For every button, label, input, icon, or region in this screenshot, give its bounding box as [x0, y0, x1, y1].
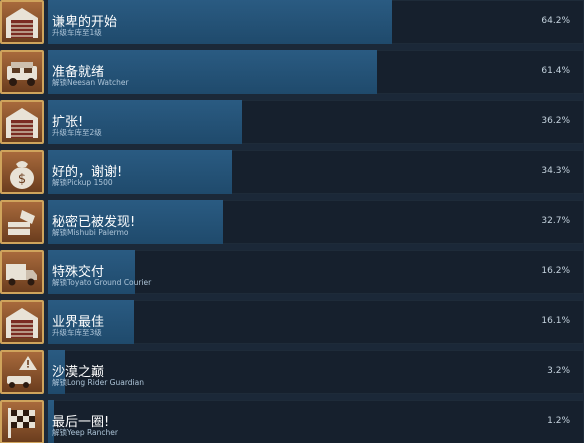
achievement-row: $ 好的，谢谢! 解锁Pickup 1500 34.3%: [0, 150, 584, 198]
hand-box-icon: [0, 200, 44, 244]
achievement-description: 解锁Mishubi Palermo: [52, 228, 129, 237]
garage-icon: [0, 0, 44, 44]
unlock-percentage: 16.2%: [541, 266, 570, 276]
garage-icon: [0, 300, 44, 344]
garage-icon: [0, 100, 44, 144]
achievement-description: 解锁Yeep Rancher: [52, 428, 118, 437]
unlock-percentage: 61.4%: [541, 66, 570, 76]
achievement-description: 解锁Toyato Ground Courier: [52, 278, 152, 287]
achievement-row: 谦卑的开始 升级车库至1级 64.2%: [0, 0, 584, 48]
svg-text:$: $: [18, 172, 26, 187]
achievement-panel: 准备就绪 解锁Neesan Watcher 61.4%: [48, 50, 584, 94]
achievement-description: 解锁Neesan Watcher: [52, 78, 129, 87]
checkered-flag-icon: [0, 400, 44, 443]
unlock-percentage: 36.2%: [541, 116, 570, 126]
achievement-panel: 扩张! 升级车库至2级 36.2%: [48, 100, 584, 144]
truck-icon: [0, 50, 44, 94]
warning-car-icon: [0, 350, 44, 394]
unlock-percentage: 34.3%: [541, 166, 570, 176]
money-bag-icon: $: [0, 150, 44, 194]
delivery-truck-icon: [0, 250, 44, 294]
unlock-percentage: 1.2%: [547, 416, 570, 426]
achievement-description: 解锁Pickup 1500: [52, 178, 113, 187]
achievement-description: 升级车库至2级: [52, 128, 102, 137]
achievement-panel: 好的，谢谢! 解锁Pickup 1500 34.3%: [48, 150, 584, 194]
achievement-row: 沙漠之巅 解锁Long Rider Guardian 3.2%: [0, 350, 584, 398]
achievement-row: 业界最佳 升级车库至3级 16.1%: [0, 300, 584, 348]
achievement-description: 升级车库至1级: [52, 28, 102, 37]
unlock-percentage: 3.2%: [547, 366, 570, 376]
achievement-list: 谦卑的开始 升级车库至1级 64.2% 准备就绪 解锁Neesan Watcher 61.…: [0, 0, 584, 443]
achievement-row: 扩张! 升级车库至2级 36.2%: [0, 100, 584, 148]
achievement-row: 最后一圈! 解锁Yeep Rancher 1.2%: [0, 400, 584, 443]
achievement-row: 准备就绪 解锁Neesan Watcher 61.4%: [0, 50, 584, 98]
achievement-panel: 沙漠之巅 解锁Long Rider Guardian 3.2%: [48, 350, 584, 394]
achievement-description: 升级车库至3级: [52, 328, 102, 337]
achievement-panel: 秘密已被发现! 解锁Mishubi Palermo 32.7%: [48, 200, 584, 244]
achievement-row: 特殊交付 解锁Toyato Ground Courier 16.2%: [0, 250, 584, 298]
achievement-panel: 特殊交付 解锁Toyato Ground Courier 16.2%: [48, 250, 584, 294]
achievement-panel: 最后一圈! 解锁Yeep Rancher 1.2%: [48, 400, 584, 443]
unlock-percentage: 32.7%: [541, 216, 570, 226]
unlock-percentage: 64.2%: [541, 16, 570, 26]
achievement-panel: 谦卑的开始 升级车库至1级 64.2%: [48, 0, 584, 44]
achievement-row: 秘密已被发现! 解锁Mishubi Palermo 32.7%: [0, 200, 584, 248]
unlock-percentage: 16.1%: [541, 316, 570, 326]
achievement-description: 解锁Long Rider Guardian: [52, 378, 144, 387]
achievement-panel: 业界最佳 升级车库至3级 16.1%: [48, 300, 584, 344]
